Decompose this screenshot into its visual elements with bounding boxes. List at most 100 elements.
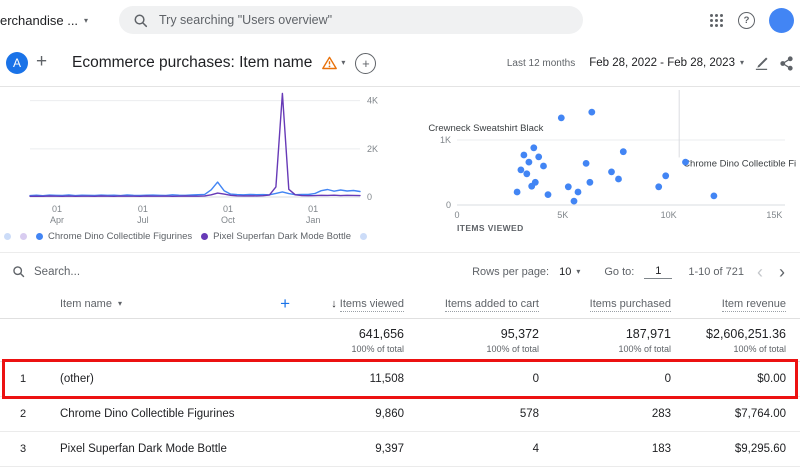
search-icon [13, 266, 25, 278]
sort-desc-icon: ↓ [331, 298, 337, 310]
table-row[interactable]: 2 Chrome Dino Collectible Figurines 9,86… [0, 397, 800, 432]
add-column-button[interactable]: + [280, 294, 302, 314]
legend-item[interactable]: Pixel Superfan Dark Mode Bottle [201, 231, 351, 242]
total-items-purchased: 187,971 100% of total [618, 326, 671, 354]
goto-label: Go to: [604, 265, 635, 278]
legend-label: Chrome Dino Collectible Figurines [48, 231, 193, 242]
data-table: Item name ▾ + ↓ Items viewed Items added … [0, 290, 800, 467]
customize-report-icon[interactable] [754, 56, 769, 71]
warning-icon [322, 56, 338, 70]
prev-page-button[interactable]: ‹ [754, 263, 766, 281]
chevron-down-icon: ▾ [341, 58, 346, 67]
search-icon [134, 14, 148, 27]
date-preset-label: Last 12 months [506, 57, 576, 69]
goto-page-input[interactable]: 1 [644, 264, 673, 279]
chevron-down-icon: ▾ [739, 58, 744, 67]
scatter-chart-svg[interactable]: 1K 00 5K 10K 15K ITEMS VIEWED Crewneck Sweatsh… [420, 86, 800, 236]
svg-text:15K: 15K [766, 210, 782, 220]
cell-items-purchased: 0 [664, 373, 671, 385]
search-placeholder: Try searching "Users overview" [159, 13, 333, 27]
report-header: A + Ecommerce purchases: Item name ▾ + L… [0, 40, 800, 87]
account-switcher[interactable]: erchandise ... ▾ [0, 13, 88, 28]
date-range-picker[interactable]: Feb 28, 2022 - Feb 28, 2023 ▾ [589, 57, 744, 69]
svg-text:01: 01 [138, 204, 148, 214]
global-search-bar[interactable]: Try searching "Users overview" [119, 6, 583, 34]
svg-text:Oct: Oct [221, 215, 236, 225]
legend-dot [36, 233, 43, 240]
apps-grid-icon[interactable] [709, 13, 724, 28]
total-items-added: 95,372 100% of total [486, 326, 539, 354]
column-header-item-revenue[interactable]: Item revenue [673, 298, 800, 312]
svg-text:ITEMS VIEWED: ITEMS VIEWED [457, 223, 524, 233]
pagination-controls: Rows per page: 10 ▾ Go to: 1 1-10 of 721… [472, 263, 788, 281]
cell-items-viewed: 9,860 [375, 408, 404, 420]
date-range-value: Feb 28, 2022 - Feb 28, 2023 [589, 57, 735, 69]
chart-legend: Chrome Dino Collectible Figurines Pixel … [4, 231, 408, 242]
legend-overflow-dot [359, 233, 367, 240]
rows-per-page-label: Rows per page: [472, 265, 550, 278]
svg-text:Chrome Dino Collectible Fi: Chrome Dino Collectible Fi [683, 158, 796, 169]
cell-items-purchased: 283 [651, 408, 671, 420]
account-label: erchandise ... [0, 13, 79, 28]
svg-text:Apr: Apr [50, 215, 64, 225]
totals-row: 641,656 100% of total 95,372 100% of tot… [0, 319, 800, 362]
cell-items-added: 4 [532, 443, 539, 455]
svg-text:01: 01 [308, 204, 318, 214]
topbar-actions: ? [709, 0, 794, 40]
table-controls: Search... Rows per page: 10 ▾ Go to: 1 1… [0, 252, 800, 290]
cell-item-revenue: $0.00 [757, 373, 786, 385]
svg-text:2K: 2K [367, 144, 378, 154]
line-chart-svg[interactable]: 4K2K001Apr01Jul01Oct01Jan [0, 86, 405, 226]
table-row[interactable]: 3 Pixel Superfan Dark Mode Bottle 9,397 … [0, 432, 800, 467]
rows-per-page-select[interactable]: 10 ▾ [559, 266, 580, 278]
column-header-items-purchased[interactable]: Items purchased [541, 298, 673, 312]
total-item-revenue: $2,606,251.36 100% of total [706, 326, 786, 354]
legend-overflow-dot [20, 233, 27, 240]
chevron-down-icon: ▾ [117, 299, 122, 308]
legend-dot [201, 233, 209, 240]
column-header-items-added[interactable]: Items added to cart [406, 298, 541, 312]
column-header-item-name[interactable]: Item name ▾ + [44, 294, 302, 314]
column-header-items-viewed[interactable]: ↓ Items viewed [302, 298, 406, 312]
total-items-viewed: 641,656 100% of total [351, 326, 404, 354]
svg-text:01: 01 [52, 204, 62, 214]
chevron-down-icon: ▾ [576, 266, 581, 276]
cell-item-name: Chrome Dino Collectible Figurines [60, 408, 235, 420]
row-index: 1 [20, 373, 27, 385]
add-comparison-button[interactable]: + [36, 51, 47, 73]
cell-items-added: 0 [532, 373, 539, 385]
svg-text:1K: 1K [440, 135, 451, 145]
legend-item[interactable]: Chrome Dino Collectible Figurines [36, 231, 192, 242]
row-index: 3 [20, 443, 27, 455]
comparison-chip[interactable]: A [6, 52, 28, 74]
cell-item-revenue: $9,295.60 [734, 443, 786, 455]
pagination-range: 1-10 of 721 [688, 265, 744, 278]
svg-text:01: 01 [223, 204, 233, 214]
row-index: 2 [20, 408, 27, 420]
data-quality-button[interactable]: ▾ [322, 56, 345, 70]
svg-text:Crewneck Sweatshirt Black: Crewneck Sweatshirt Black [428, 123, 543, 134]
svg-text:0: 0 [454, 210, 459, 220]
table-row[interactable]: 1 (other) 11,508 0 0 $0.00 [0, 359, 800, 399]
table-search[interactable]: Search... [12, 265, 80, 278]
cell-item-name: (other) [60, 373, 94, 385]
help-icon[interactable]: ? [738, 11, 755, 29]
svg-text:5K: 5K [557, 210, 568, 220]
user-avatar[interactable] [769, 7, 794, 33]
svg-text:4K: 4K [367, 96, 378, 106]
cell-item-name: Pixel Superfan Dark Mode Bottle [60, 443, 227, 455]
chevron-down-icon: ▾ [84, 15, 89, 25]
cell-item-revenue: $7,764.00 [734, 408, 786, 420]
cell-items-added: 578 [519, 408, 539, 420]
svg-text:0: 0 [446, 200, 451, 210]
svg-text:Jul: Jul [137, 215, 149, 225]
add-metric-button[interactable]: + [355, 52, 377, 74]
next-page-button[interactable]: › [776, 263, 788, 281]
svg-text:10K: 10K [661, 210, 677, 220]
cell-items-viewed: 9,397 [375, 443, 404, 455]
report-title: Ecommerce purchases: Item name [72, 54, 313, 71]
share-icon[interactable] [779, 55, 794, 71]
cell-items-purchased: 183 [651, 443, 671, 455]
table-header-row: Item name ▾ + ↓ Items viewed Items added … [0, 290, 800, 319]
report-header-actions: Last 12 months Feb 28, 2022 - Feb 28, 20… [507, 40, 794, 86]
